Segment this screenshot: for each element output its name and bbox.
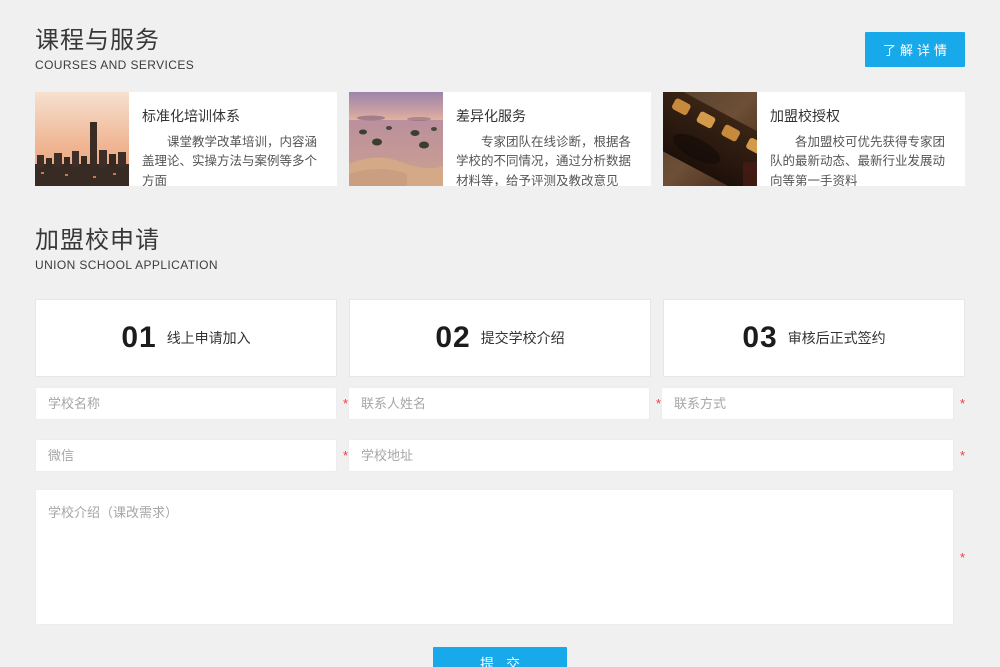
services-subtitle: COURSES AND SERVICES xyxy=(35,58,965,72)
service-card-body: 加盟校授权 各加盟校可优先获得专家团队的最新动态、最新行业发展动向等第一手资料 xyxy=(757,92,965,186)
page-content: 课程与服务 COURSES AND SERVICES 了解详情 xyxy=(35,0,965,667)
submit-button[interactable]: 提交 xyxy=(433,647,567,667)
application-title: 加盟校申请 xyxy=(35,220,965,255)
services-section-header: 课程与服务 COURSES AND SERVICES 了解详情 xyxy=(35,20,965,72)
service-card-body: 标准化培训体系 课堂教学改革培训，内容涵盖理论、实操方法与案例等多个方面 xyxy=(129,92,337,186)
application-subtitle: UNION SCHOOL APPLICATION xyxy=(35,258,965,272)
service-card-differentiated: 差异化服务 专家团队在线诊断，根据各学校的不同情况，通过分析数据材料等，给予评测… xyxy=(349,92,651,186)
school-name-input[interactable] xyxy=(35,387,337,420)
application-steps-row: 01 线上申请加入 02 提交学校介绍 03 审核后正式签约 xyxy=(35,299,965,377)
service-card-title: 标准化培训体系 xyxy=(142,106,325,126)
field-school-address: * xyxy=(348,439,965,472)
service-card-title: 差异化服务 xyxy=(456,106,639,126)
field-contact-method: * xyxy=(661,387,965,420)
field-wechat: * xyxy=(35,439,348,472)
step-label: 线上申请加入 xyxy=(167,328,251,348)
service-card-authorization: 加盟校授权 各加盟校可优先获得专家团队的最新动态、最新行业发展动向等第一手资料 xyxy=(663,92,965,186)
required-asterisk: * xyxy=(954,396,965,411)
form-row-2: * * xyxy=(35,439,965,472)
services-title: 课程与服务 xyxy=(35,20,965,55)
service-card-title: 加盟校授权 xyxy=(770,106,953,126)
step-apply-online: 01 线上申请加入 xyxy=(35,299,337,377)
service-card-text: 课堂教学改革培训，内容涵盖理论、实操方法与案例等多个方面 xyxy=(142,133,325,186)
desert-dunes-dusk-image xyxy=(349,92,443,186)
service-card-text: 各加盟校可优先获得专家团队的最新动态、最新行业发展动向等第一手资料 xyxy=(770,133,953,186)
required-asterisk: * xyxy=(954,448,965,463)
city-skyline-sunset-image xyxy=(35,92,129,186)
required-asterisk: * xyxy=(650,396,661,411)
step-submit-intro: 02 提交学校介绍 xyxy=(349,299,651,377)
step-sign-contract: 03 审核后正式签约 xyxy=(663,299,965,377)
contact-method-input[interactable] xyxy=(661,387,954,420)
field-school-intro: * xyxy=(35,489,965,625)
service-card-text: 专家团队在线诊断，根据各学校的不同情况，通过分析数据材料等，给予评测及教改意见 xyxy=(456,133,639,186)
step-number: 01 xyxy=(121,321,156,355)
required-asterisk: * xyxy=(337,396,348,411)
required-asterisk: * xyxy=(337,448,348,463)
learn-more-button[interactable]: 了解详情 xyxy=(865,32,965,67)
service-card-training: 标准化培训体系 课堂教学改革培训，内容涵盖理论、实操方法与案例等多个方面 xyxy=(35,92,337,186)
step-number: 02 xyxy=(435,321,470,355)
step-label: 审核后正式签约 xyxy=(788,328,886,348)
service-card-body: 差异化服务 专家团队在线诊断，根据各学校的不同情况，通过分析数据材料等，给予评测… xyxy=(443,92,651,186)
service-cards-row: 标准化培训体系 课堂教学改革培训，内容涵盖理论、实操方法与案例等多个方面 xyxy=(35,92,965,186)
field-school-name: * xyxy=(35,387,348,420)
step-number: 03 xyxy=(742,321,777,355)
wechat-input[interactable] xyxy=(35,439,337,472)
application-section-header: 加盟校申请 UNION SCHOOL APPLICATION xyxy=(35,220,965,272)
film-strip-closeup-image xyxy=(663,92,757,186)
field-contact-name: * xyxy=(348,387,661,420)
school-intro-textarea[interactable] xyxy=(35,489,954,625)
school-address-input[interactable] xyxy=(348,439,954,472)
application-form: * * * * * * 提交 xyxy=(35,387,965,667)
required-asterisk: * xyxy=(954,550,965,565)
form-row-1: * * * xyxy=(35,387,965,420)
step-label: 提交学校介绍 xyxy=(481,328,565,348)
contact-name-input[interactable] xyxy=(348,387,650,420)
